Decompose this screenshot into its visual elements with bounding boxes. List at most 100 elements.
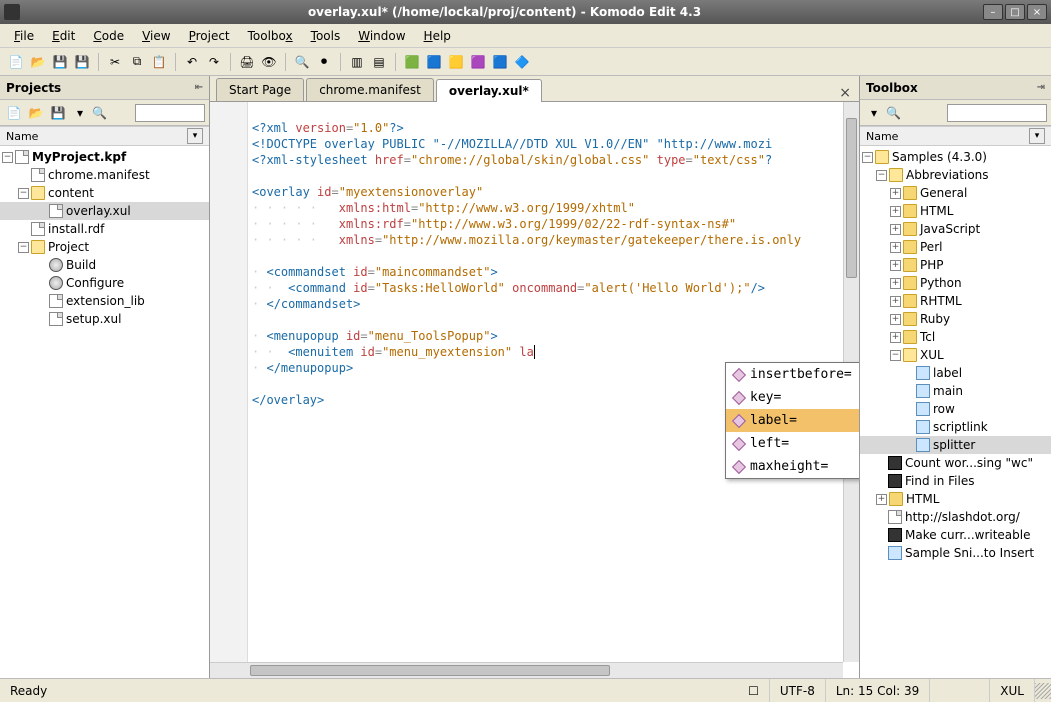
menu-tools[interactable]: Tools — [303, 27, 349, 45]
projects-panel: Projects⇤ 📄 📂 💾 ▾ 🔍 Name ▾ −MyProject.kp… — [0, 76, 210, 678]
editor-hscrollbar[interactable] — [210, 662, 843, 678]
tree-project-folder[interactable]: −Project — [0, 238, 209, 256]
tree-build[interactable]: Build — [0, 256, 209, 274]
autocomplete-popup: insertbefore= key= label= left= maxheigh… — [725, 362, 859, 479]
menu-file[interactable]: File — [6, 27, 42, 45]
close-button[interactable]: × — [1027, 4, 1047, 20]
tbx-slashdot[interactable]: http://slashdot.org/ — [860, 508, 1051, 526]
tbx-sample-snippet[interactable]: Sample Sni...to Insert — [860, 544, 1051, 562]
tbx-make-writeable[interactable]: Make curr...writeable — [860, 526, 1051, 544]
tbx-xul-splitter[interactable]: splitter — [860, 436, 1051, 454]
tree-configure[interactable]: Configure — [0, 274, 209, 292]
tool2-icon[interactable]: 🟦 — [424, 52, 444, 72]
projects-colhead[interactable]: Name ▾ — [0, 126, 209, 146]
tree-project-root[interactable]: −MyProject.kpf — [0, 148, 209, 166]
preview-icon[interactable]: 👁 — [259, 52, 279, 72]
status-checkbox[interactable]: ☐ — [738, 679, 770, 702]
record-icon[interactable]: ⏺ — [314, 52, 334, 72]
tool4-icon[interactable]: 🟪 — [468, 52, 488, 72]
proj-new-icon[interactable]: 📄 — [4, 103, 24, 123]
tbx-xul[interactable]: −XUL — [860, 346, 1051, 364]
menu-toolbox[interactable]: Toolbox — [240, 27, 301, 45]
ac-insertbefore[interactable]: insertbefore= — [726, 363, 859, 386]
menu-help[interactable]: Help — [416, 27, 459, 45]
panel-grip-icon[interactable]: ⇤ — [195, 82, 203, 93]
tbx-xul-main[interactable]: main — [860, 382, 1051, 400]
menu-project[interactable]: Project — [181, 27, 238, 45]
paste-icon[interactable]: 📋 — [149, 52, 169, 72]
proj-open-icon[interactable]: 📂 — [26, 103, 46, 123]
resize-grip-icon[interactable] — [1035, 683, 1051, 699]
save-all-icon[interactable]: 💾 — [72, 52, 92, 72]
editor-gutter — [210, 102, 248, 662]
proj-menu-icon[interactable]: ▾ — [70, 103, 90, 123]
open-icon[interactable]: 📂 — [28, 52, 48, 72]
save-icon[interactable]: 💾 — [50, 52, 70, 72]
print-icon[interactable]: 🖨 — [237, 52, 257, 72]
tab-close-icon[interactable]: × — [839, 85, 851, 101]
tab-start-page[interactable]: Start Page — [216, 78, 304, 101]
tbx-count-words[interactable]: Count wor...sing "wc" — [860, 454, 1051, 472]
attr-icon — [732, 367, 746, 381]
menu-edit[interactable]: Edit — [44, 27, 83, 45]
tree-extension-lib[interactable]: extension_lib — [0, 292, 209, 310]
ac-label[interactable]: label= — [726, 409, 859, 432]
tree-chrome-manifest[interactable]: chrome.manifest — [0, 166, 209, 184]
status-language[interactable]: XUL — [990, 679, 1035, 702]
maximize-button[interactable]: □ — [1005, 4, 1025, 20]
copy-icon[interactable]: ⧉ — [127, 52, 147, 72]
tree-overlay-xul[interactable]: overlay.xul — [0, 202, 209, 220]
titlebar: overlay.xul* (/home/lockal/proj/content)… — [0, 0, 1051, 24]
tbx-find-in-files[interactable]: Find in Files — [860, 472, 1051, 490]
ac-key[interactable]: key= — [726, 386, 859, 409]
toolbox-search-input[interactable] — [947, 104, 1047, 122]
projects-search-input[interactable] — [135, 104, 205, 122]
tbx-rhtml[interactable]: +RHTML — [860, 292, 1051, 310]
tbx-perl[interactable]: +Perl — [860, 238, 1051, 256]
ac-maxheight[interactable]: maxheight= — [726, 455, 859, 478]
tbx-samples[interactable]: −Samples (4.3.0) — [860, 148, 1051, 166]
tool1-icon[interactable]: 🟩 — [402, 52, 422, 72]
tbx-html2[interactable]: +HTML — [860, 490, 1051, 508]
layout2-icon[interactable]: ▤ — [369, 52, 389, 72]
toolbox-menu-icon[interactable]: ▾ — [864, 103, 884, 123]
tool6-icon[interactable]: 🔷 — [512, 52, 532, 72]
tool3-icon[interactable]: 🟨 — [446, 52, 466, 72]
tbx-tcl[interactable]: +Tcl — [860, 328, 1051, 346]
tbx-python[interactable]: +Python — [860, 274, 1051, 292]
new-file-icon[interactable]: 📄 — [6, 52, 26, 72]
toolbox-colhead[interactable]: Name ▾ — [860, 126, 1051, 146]
tbx-xul-label[interactable]: label — [860, 364, 1051, 382]
colhead-config-icon[interactable]: ▾ — [1029, 128, 1045, 144]
code-editor[interactable]: <?xml version="1.0"?> <!DOCTYPE overlay … — [210, 102, 859, 678]
ac-left[interactable]: left= — [726, 432, 859, 455]
find-icon[interactable]: 🔍 — [292, 52, 312, 72]
colhead-config-icon[interactable]: ▾ — [187, 128, 203, 144]
proj-save-icon[interactable]: 💾 — [48, 103, 68, 123]
layout1-icon[interactable]: ▥ — [347, 52, 367, 72]
tab-chrome-manifest[interactable]: chrome.manifest — [306, 78, 434, 101]
tree-setup-xul[interactable]: setup.xul — [0, 310, 209, 328]
tbx-abbreviations[interactable]: −Abbreviations — [860, 166, 1051, 184]
tbx-xul-scriptlink[interactable]: scriptlink — [860, 418, 1051, 436]
menu-code[interactable]: Code — [85, 27, 132, 45]
toolbox-title: Toolbox⇥ — [860, 76, 1051, 100]
tbx-xul-row[interactable]: row — [860, 400, 1051, 418]
menu-view[interactable]: View — [134, 27, 178, 45]
tbx-javascript[interactable]: +JavaScript — [860, 220, 1051, 238]
panel-grip-icon[interactable]: ⇥ — [1037, 82, 1045, 93]
redo-icon[interactable]: ↷ — [204, 52, 224, 72]
tbx-ruby[interactable]: +Ruby — [860, 310, 1051, 328]
tree-content-folder[interactable]: −content — [0, 184, 209, 202]
tree-install-rdf[interactable]: install.rdf — [0, 220, 209, 238]
menu-window[interactable]: Window — [350, 27, 413, 45]
cut-icon[interactable]: ✂ — [105, 52, 125, 72]
tbx-php[interactable]: +PHP — [860, 256, 1051, 274]
tbx-general[interactable]: +General — [860, 184, 1051, 202]
tbx-html[interactable]: +HTML — [860, 202, 1051, 220]
minimize-button[interactable]: – — [983, 4, 1003, 20]
undo-icon[interactable]: ↶ — [182, 52, 202, 72]
tool5-icon[interactable]: 🟦 — [490, 52, 510, 72]
status-encoding[interactable]: UTF-8 — [770, 679, 826, 702]
tab-overlay-xul[interactable]: overlay.xul* — [436, 79, 542, 102]
